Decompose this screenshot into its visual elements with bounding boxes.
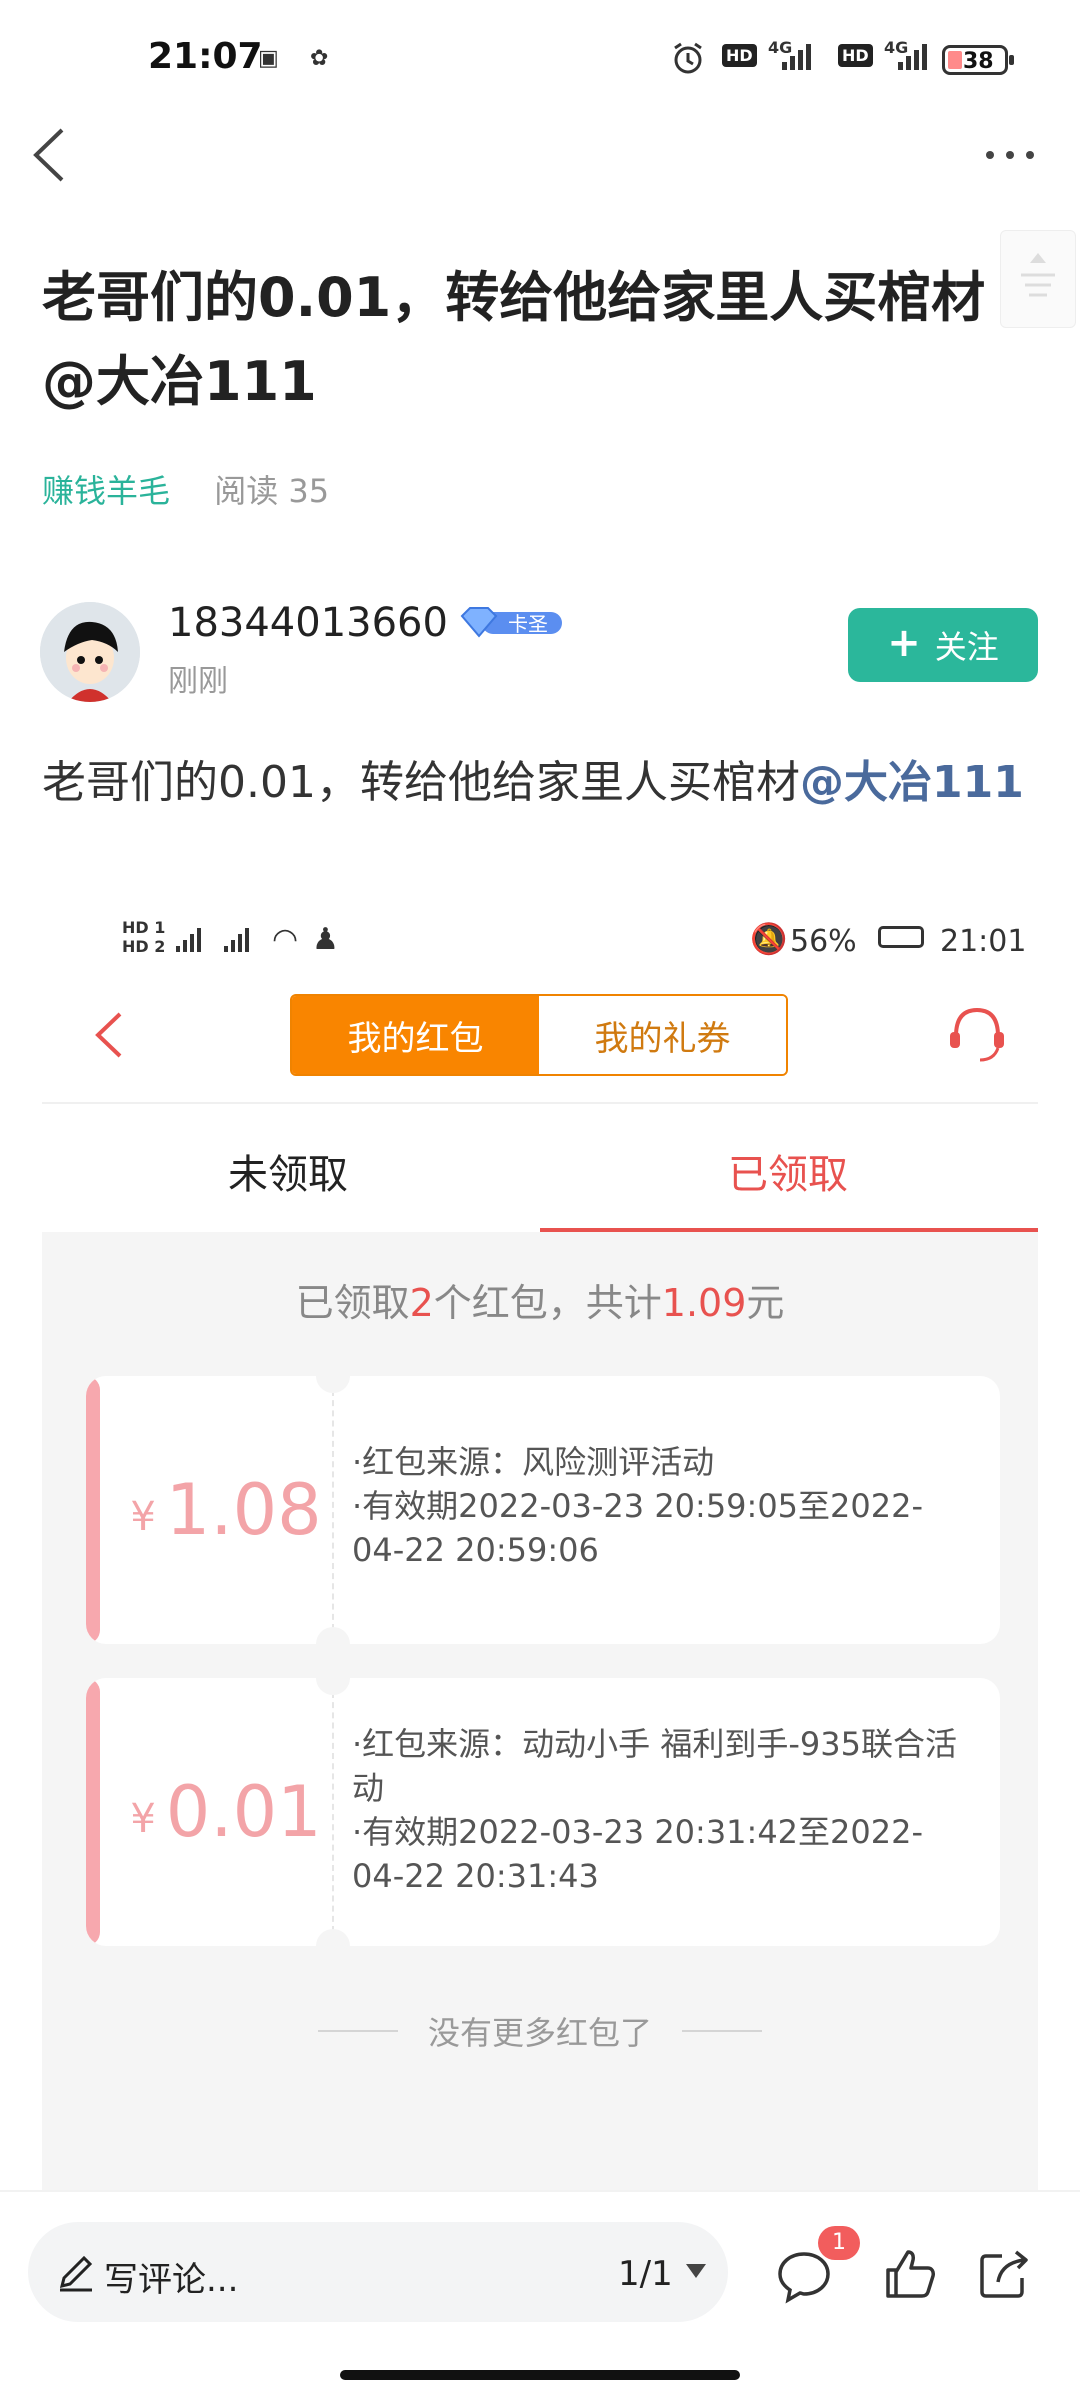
mention-link[interactable]: @大冶111: [800, 757, 1024, 808]
app-notification-icon: ✿: [310, 46, 329, 71]
battery-tip: [1009, 55, 1014, 65]
category-link[interactable]: 赚钱羊毛: [42, 472, 170, 510]
plus-icon: +: [887, 620, 921, 666]
card-validity: ·有效期2022-03-23 20:59:05至2022-04-22 20:59…: [352, 1487, 924, 1569]
card-source: ·红包来源：动动小手 福利到手-935联合活动: [352, 1725, 957, 1807]
embedded-signal-icon: [176, 928, 201, 952]
share-button[interactable]: [976, 2246, 1032, 2306]
qq-icon: ♟: [312, 922, 339, 957]
author-name[interactable]: 18344013660: [168, 600, 448, 646]
embedded-back-arrow-icon: [95, 1012, 122, 1058]
post-body-text: 老哥们的0.01，转给他给家里人买棺材: [42, 757, 800, 808]
comment-count-badge: 1: [818, 2226, 860, 2260]
hd-icon-2: HD: [838, 44, 873, 67]
embedded-time: 21:01: [940, 924, 1027, 959]
post-body: 老哥们的0.01，转给他给家里人买棺材@大冶111: [42, 746, 1042, 820]
card-stripe: [86, 1678, 100, 1946]
share-icon: [980, 2250, 1028, 2298]
tab-my-coupon[interactable]: 我的礼券: [539, 996, 786, 1074]
no-more-text: 没有更多红包了: [427, 2014, 652, 2052]
claimed-summary: 已领取2个红包，共计1.09元: [295, 1281, 785, 1325]
redpacket-card[interactable]: ¥0.01 ·红包来源：动动小手 福利到手-935联合活动 ·有效期2022-0…: [86, 1678, 1000, 1946]
signal-icon: [782, 44, 811, 70]
page-indicator[interactable]: 1/1: [618, 2254, 673, 2294]
embedded-hd-icon: HD 1 HD 2: [122, 918, 166, 956]
post-meta: 赚钱羊毛 阅读 35: [42, 466, 329, 512]
more-button[interactable]: [980, 140, 1040, 170]
notification-icon: ▣: [258, 46, 279, 71]
follow-button[interactable]: + 关注: [848, 608, 1038, 682]
embedded-screenshot[interactable]: HD 1 HD 2 ◠ ♟ 🔕 56% 21:01 我的红包 我的礼券 未领取 已…: [42, 880, 1038, 2190]
mute-icon: 🔕: [750, 922, 788, 957]
subtab-claimed[interactable]: 已领取: [728, 1142, 848, 1200]
badge-label: 卡圣: [508, 612, 548, 636]
follow-label: 关注: [934, 628, 999, 666]
like-icon: [886, 2250, 935, 2298]
card-separator: [332, 1390, 334, 1630]
tab-my-redpacket[interactable]: 我的红包: [292, 996, 539, 1074]
embedded-battery-icon: [878, 926, 924, 948]
back-arrow-icon: [33, 128, 64, 182]
vip-badge: 卡圣: [458, 604, 564, 640]
alarm-icon: [670, 40, 706, 80]
pencil-icon: [56, 2252, 96, 2296]
back-button[interactable]: [24, 120, 84, 190]
embedded-signal-icon-2: [224, 928, 249, 952]
post-title: 老哥们的0.01，转给他给家里人买棺材@大冶111: [42, 266, 986, 413]
embedded-battery-pct: 56%: [790, 924, 857, 959]
like-button[interactable]: [882, 2246, 938, 2306]
post-time: 刚刚: [168, 664, 228, 699]
coupon-tab-switch: 我的红包 我的礼券: [290, 994, 788, 1076]
subtab-unclaimed[interactable]: 未领取: [228, 1142, 348, 1200]
card-amount: ¥0.01: [130, 1771, 322, 1853]
customer-service-icon: [950, 1007, 1004, 1062]
embedded-back-button[interactable]: [86, 1000, 136, 1070]
comment-button[interactable]: [776, 2248, 832, 2308]
status-bar: 21:07 ▣ ✿ HD 4G HD 4G 38: [0, 0, 1080, 120]
comment-placeholder[interactable]: 写评论...: [104, 2252, 238, 2301]
card-stripe: [86, 1376, 100, 1644]
embedded-status-bar: HD 1 HD 2 ◠ ♟ 🔕 56% 21:01: [122, 916, 1026, 972]
card-source: ·红包来源：风险测评活动: [352, 1443, 715, 1481]
signal-icon-2: [898, 44, 927, 70]
home-indicator[interactable]: [340, 2370, 740, 2380]
card-separator: [332, 1692, 334, 1932]
no-more-footer: 没有更多红包了: [42, 2008, 1038, 2054]
status-time: 21:07: [148, 36, 263, 77]
wifi-icon: ◠: [272, 922, 299, 957]
battery-icon: 38: [942, 45, 1008, 75]
hd-icon: HD: [722, 44, 757, 67]
more-icon: [986, 151, 1034, 159]
dropdown-icon[interactable]: [684, 2262, 708, 2284]
card-amount: ¥1.08: [130, 1469, 322, 1551]
redpacket-card[interactable]: ¥1.08 ·红包来源：风险测评活动 ·有效期2022-03-23 20:59:…: [86, 1376, 1000, 1644]
divider: [42, 1102, 1038, 1104]
card-validity: ·有效期2022-03-23 20:31:42至2022-04-22 20:31…: [352, 1813, 924, 1895]
read-count: 阅读 35: [214, 472, 330, 510]
avatar[interactable]: [40, 602, 140, 702]
customer-service-button[interactable]: [942, 998, 1012, 1068]
